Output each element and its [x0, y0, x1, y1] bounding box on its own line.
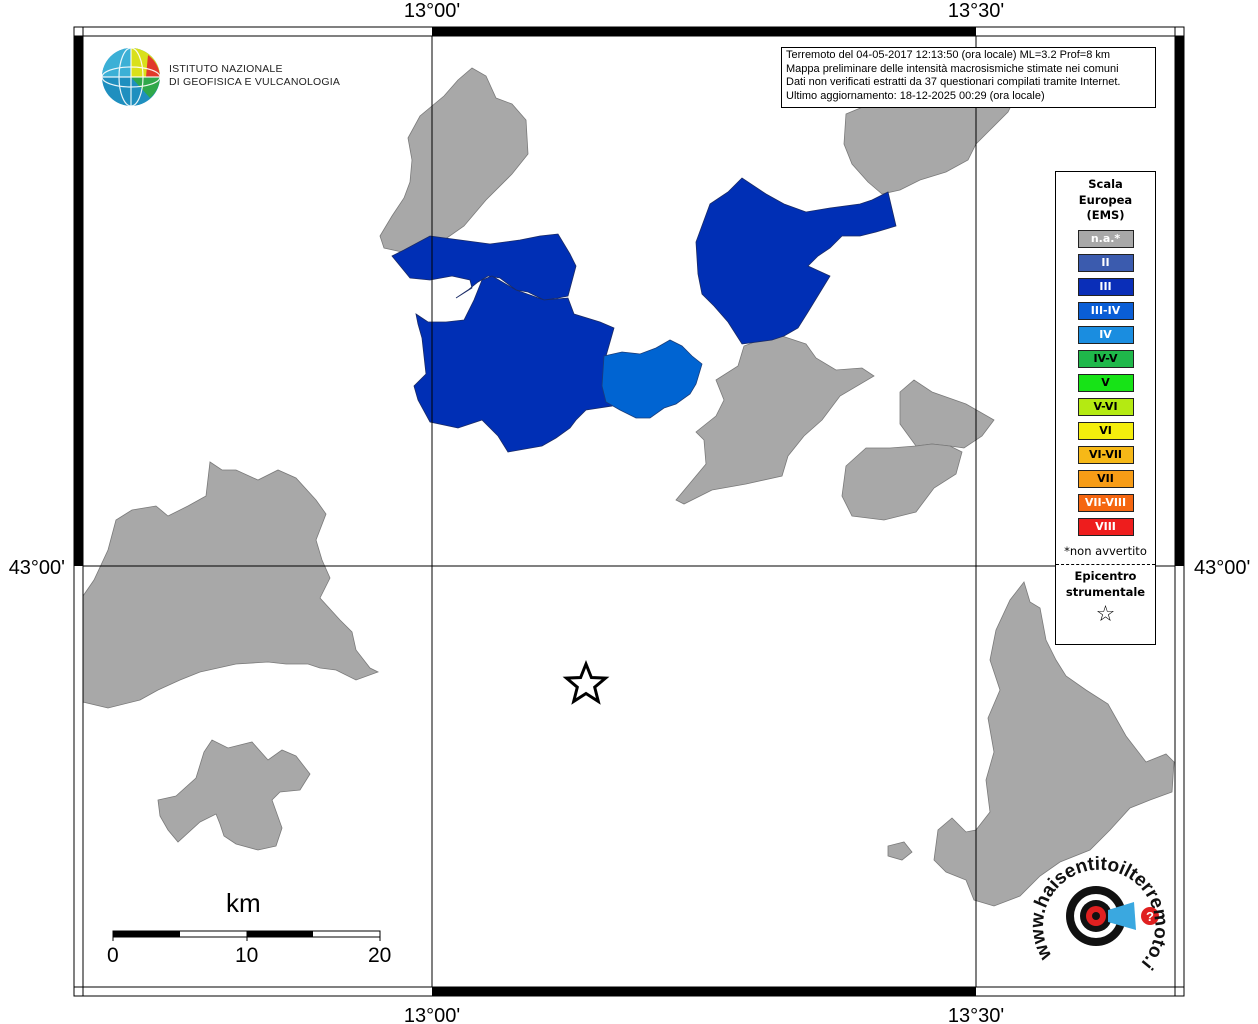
tick-label-right: 43°00' — [1194, 557, 1250, 579]
legend-item: III — [1077, 277, 1134, 296]
scale-unit: km — [226, 888, 261, 918]
legend-item: IV — [1077, 325, 1134, 344]
info-line-3: Dati non verificati estratti da 37 quest… — [786, 76, 1121, 88]
legend-item: VII — [1077, 469, 1134, 488]
tick-label-left: 43°00' — [9, 557, 65, 579]
scale-label-10: 10 — [235, 944, 259, 967]
legend-note: *non avvertito — [1064, 543, 1147, 558]
scale-label-0: 0 — [107, 944, 119, 967]
info-line-4: Ultimo aggiornamento: 18-12-2025 00:29 (… — [786, 89, 1045, 102]
legend-item: VII-VIII — [1077, 493, 1134, 512]
ingv-logo-globe — [101, 47, 161, 107]
legend-title-line3: (EMS) — [1086, 208, 1125, 222]
legend-item: IV-V — [1077, 349, 1134, 368]
legend-item: V-VI — [1077, 397, 1134, 416]
earthquake-info-box: Terremoto del 04-05-2017 12:13:50 (ora l… — [781, 47, 1156, 108]
ingv-logo-line1: ISTITUTO NAZIONALE — [169, 63, 283, 75]
tick-label-bottom-left: 13°00' — [404, 1005, 460, 1024]
tick-label-top-right: 13°30' — [948, 0, 1004, 22]
ingv-logo-line2: DI GEOFISICA E VULCANOLOGIA — [169, 76, 341, 88]
legend-item: III-IV — [1077, 301, 1134, 320]
info-line-2: Mappa preliminare delle intensità macros… — [786, 62, 1119, 75]
legend-epicenter-star-icon: ☆ — [1095, 601, 1116, 627]
legend-title: Scala Europea (EMS) — [1056, 177, 1155, 224]
legend-title-line1: Scala — [1088, 177, 1123, 191]
legend-item: VI — [1077, 421, 1134, 440]
legend-item: II — [1077, 253, 1134, 272]
legend-epicenter-line1: Epicentro — [1074, 568, 1137, 583]
ems-legend: Scala Europea (EMS) n.a.* II III III-IV IV IV… — [1055, 171, 1156, 645]
ingv-logo-text: ISTITUTO NAZIONALE DI GEOFISICA E VULCAN… — [169, 63, 340, 89]
legend-epicenter-line2: strumentale — [1065, 584, 1146, 599]
legend-item: VIII — [1077, 517, 1134, 536]
legend-separator — [1056, 563, 1155, 565]
tick-label-bottom-right: 13°30' — [948, 1005, 1004, 1024]
legend-items: n.a.* II III III-IV IV IV-V V V-VI VI VI-VII VII VI… — [1056, 229, 1155, 536]
tick-label-top-left: 13°00' — [404, 0, 460, 22]
info-line-1: Terremoto del 04-05-2017 12:13:50 (ora l… — [786, 49, 1111, 61]
legend-item: VI-VII — [1077, 445, 1134, 464]
legend-item: n.a.* — [1077, 229, 1134, 248]
legend-title-line2: Europea — [1078, 192, 1133, 207]
legend-item: V — [1077, 373, 1134, 392]
legend-epicenter-label: Epicentro strumentale — [1056, 568, 1155, 600]
scale-label-20: 20 — [368, 944, 392, 967]
